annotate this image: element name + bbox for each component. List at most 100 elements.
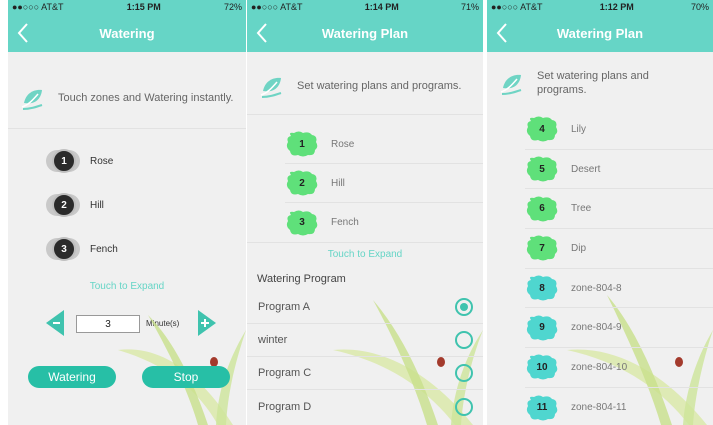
program-radio-selected[interactable] [455,298,473,316]
zone-badge-icon: 11 [525,395,559,421]
carrier-label: ●●○○○ AT&T [491,2,543,12]
zone-badge-icon: 3 [285,210,319,236]
touch-to-expand-link[interactable]: Touch to Expand [247,243,483,267]
zone-badge-icon: 6 [525,196,559,222]
program-name: winter [258,334,288,346]
zone-name: zone-804-9 [571,322,622,334]
page-title: Watering [99,25,155,41]
intro-text: Set watering plans and programs. [297,80,462,92]
zone-name: Hill [90,199,104,211]
nav-bar: Watering Plan [487,14,713,52]
zone-knob-icon: 1 [46,147,80,175]
program-radio[interactable] [455,364,473,382]
leaf-icon [21,89,43,110]
minutes-input[interactable]: 3 [76,315,140,333]
zone-name: Rose [331,138,355,150]
zone-row[interactable]: 3 Fench [46,227,246,271]
zone-badge-icon: 5 [525,156,559,182]
zone-badge-icon: 10 [525,354,559,380]
zone-badge-icon: 7 [525,235,559,261]
zone-name: Lily [571,123,587,135]
intro-section: Touch zones and Watering instantly. [8,52,246,128]
status-bar: ●●○○○ AT&T 1:12 PM 70% [487,0,713,14]
program-row[interactable]: winter [247,324,483,357]
program-row[interactable]: Program D [247,390,483,423]
program-name: Program C [258,367,312,379]
watering-plan-expanded-screen: ●●○○○ AT&T 1:12 PM 70% Watering Plan Set… [487,0,713,425]
zone-name: zone-804-8 [571,282,622,294]
decrement-arrow-icon[interactable] [46,310,64,336]
watering-button[interactable]: Watering [28,366,116,388]
touch-to-expand-link[interactable]: Touch to Expand [8,281,246,292]
leaf-icon [260,77,282,98]
battery-label: 72% [223,2,242,12]
zone-row[interactable]: 3 Fench [285,203,483,242]
zone-name: Dip [571,242,587,254]
zone-row[interactable]: 6 Tree [525,189,713,230]
minutes-stepper: 3 Minute(s) [8,305,246,341]
zone-row[interactable]: 1 Rose [46,139,246,183]
zone-name: Rose [90,155,114,167]
carrier-label: ●●○○○ AT&T [251,2,303,12]
zone-name: Fench [90,243,118,255]
zone-badge-icon: 9 [525,315,559,341]
page-title: Watering Plan [556,25,644,41]
battery-label: 70% [690,2,709,12]
program-radio[interactable] [455,397,473,416]
program-list: Program A winter Program C Program D [247,291,483,423]
zone-name: Hill [331,177,345,189]
clock: 1:14 PM [364,2,399,12]
program-name: Program D [258,400,312,413]
zone-name: Tree [571,203,592,215]
carrier-label: ●●○○○ AT&T [12,2,64,12]
zone-row[interactable]: 8 zone-804-8 [525,269,713,309]
zone-name: zone-804-11 [571,402,627,414]
back-arrow-icon[interactable] [14,20,34,46]
zone-knob-icon: 2 [46,191,80,219]
nav-bar: Watering Plan [247,14,483,52]
minutes-label: Minute(s) [146,319,180,328]
zone-row[interactable]: 5 Desert [525,150,713,190]
back-arrow-icon[interactable] [253,20,273,46]
zone-row[interactable]: 1 Rose [285,125,483,164]
watering-plan-screen: ●●○○○ AT&T 1:14 PM 71% Watering Plan Set… [247,0,483,425]
intro-text: Touch zones and Watering instantly. [58,92,234,104]
status-bar: ●●○○○ AT&T 1:15 PM 72% [8,0,246,14]
intro-section: Set watering plans and programs. [247,52,483,114]
program-name: Program A [258,301,310,313]
zone-row[interactable]: 10 zone-804-10 [525,348,713,388]
status-bar: ●●○○○ AT&T 1:14 PM 71% [247,0,483,14]
program-heading: Watering Program [257,273,346,285]
nav-bar: Watering [8,14,246,52]
intro-section: Set watering plans and programs. [487,52,713,110]
intro-text: Set watering plans and programs. [537,70,649,96]
zone-knob-icon: 3 [46,235,80,263]
zone-row[interactable]: 9 zone-804-9 [525,308,713,349]
zone-badge-icon: 8 [525,275,559,301]
increment-arrow-icon[interactable] [198,310,216,336]
program-row[interactable]: Program C [247,357,483,390]
zone-list: 1 Rose 2 Hill 3 Fench [247,115,483,242]
zone-badge-icon: 4 [525,116,559,142]
zone-badge-icon: 1 [285,131,319,157]
leaf-icon [500,74,522,95]
zone-row[interactable]: 11 zone-804-11 [525,388,713,425]
zone-name: zone-804-10 [571,361,628,373]
zone-row[interactable]: 7 Dip [525,229,713,269]
zone-list: 4 Lily 5 Desert 6 Tree 7 Dip 8 zone-804-8 9 zone-80… [487,110,713,425]
stop-button[interactable]: Stop [142,366,230,388]
battery-label: 71% [460,2,479,12]
watering-screen: ●●○○○ AT&T 1:15 PM 72% Watering Touch zo… [8,0,246,425]
program-row[interactable]: Program A [247,291,483,324]
zone-name: Fench [331,217,359,228]
zone-row[interactable]: 2 Hill [46,183,246,227]
clock: 1:15 PM [126,2,161,12]
zone-badge-icon: 2 [285,170,319,196]
back-arrow-icon[interactable] [493,20,513,46]
clock: 1:12 PM [599,2,634,12]
zone-row[interactable]: 4 Lily [525,110,713,150]
zone-row[interactable]: 2 Hill [285,164,483,203]
zone-name: Desert [571,163,601,175]
page-title: Watering Plan [321,25,409,41]
program-radio[interactable] [455,331,473,349]
